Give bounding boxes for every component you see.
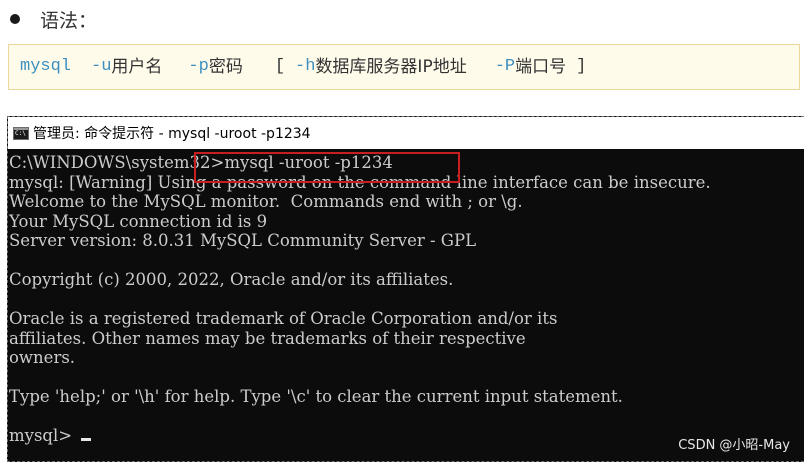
syntax-u-flag: -u <box>91 57 112 76</box>
console-line: Welcome to the MySQL monitor. Commands e… <box>9 192 523 211</box>
command-prompt-icon <box>13 126 29 140</box>
syntax-close-bracket: ] <box>576 57 587 76</box>
syntax-h-label: 数据库服务器IP地址 <box>315 57 467 77</box>
syntax-p-label: 密码 <box>208 57 243 77</box>
syntax-open-bracket: [ <box>274 57 286 76</box>
cmd-window-screenshot: 管理员: 命令提示符 - mysql -uroot -p1234 C:\WIND… <box>7 116 804 462</box>
syntax-port-label: 端口号 <box>515 57 567 77</box>
command-highlight-box <box>194 152 460 183</box>
window-title: 管理员: 命令提示符 - mysql -uroot -p1234 <box>33 126 311 142</box>
cursor-icon <box>81 438 92 441</box>
window-titlebar: 管理员: 命令提示符 - mysql -uroot -p1234 <box>8 117 804 149</box>
syntax-p-flag: -p <box>188 57 209 76</box>
console-line: affiliates. Other names may be trademark… <box>9 328 526 348</box>
console-prompt: mysql> <box>9 426 78 445</box>
console-line: Server version: 8.0.31 MySQL Community S… <box>9 231 477 250</box>
syntax-code-block: mysql -u 用户名 -p 密码 [ -h 数据库服务器IP地址 -P 端口号] <box>8 44 800 90</box>
syntax-u-label: 用户名 <box>111 57 163 77</box>
watermark: CSDN @小昭-May <box>678 438 790 453</box>
syntax-cmd: mysql <box>20 57 72 76</box>
console-line: owners. <box>9 348 76 367</box>
console-output: C:\WINDOWS\system32>mysql -uroot -p1234 … <box>8 149 804 446</box>
bullet-icon <box>10 14 20 24</box>
syntax-heading: 语法： <box>10 6 97 32</box>
console-line: Your MySQL connection id is 9 <box>9 211 268 231</box>
console-line: Copyright (c) 2000, 2022, Oracle and/or … <box>9 270 454 289</box>
syntax-port-flag: -P <box>494 57 516 76</box>
syntax-h-flag: -h <box>295 57 316 76</box>
heading-text: 语法： <box>40 9 98 32</box>
console-line: Oracle is a registered trademark of Orac… <box>9 309 558 328</box>
console-line: Type 'help;' or '\h' for help. Type '\c'… <box>9 387 623 406</box>
